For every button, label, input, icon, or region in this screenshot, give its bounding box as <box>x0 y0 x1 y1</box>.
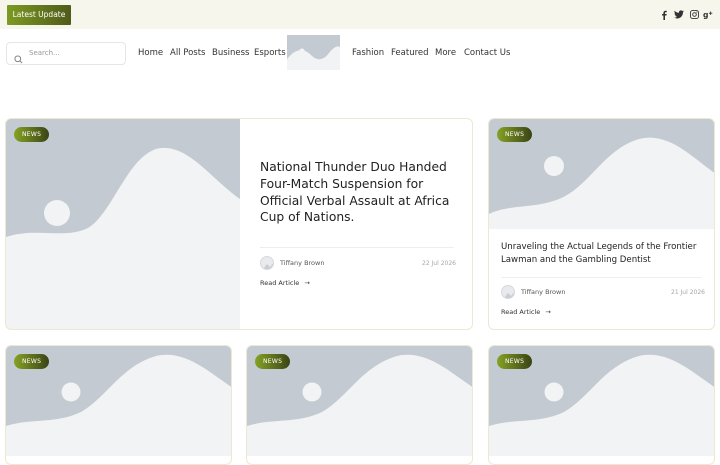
category-badge[interactable]: NEWS <box>255 354 291 369</box>
nav-item-home[interactable]: Home <box>138 46 163 60</box>
article-title[interactable]: Unraveling the Actual Legends of the Fro… <box>501 241 707 267</box>
latest-update-button[interactable]: Latest Update <box>7 5 71 25</box>
google-plus-icon[interactable]: g <box>702 8 715 21</box>
search-box[interactable]: Search... <box>6 42 126 65</box>
featured-article-card[interactable]: NEWS National Thunder Duo Handed Four-Ma… <box>5 118 473 330</box>
read-article-link[interactable]: Read Article → <box>501 308 551 316</box>
search-icon <box>14 49 23 68</box>
instagram-icon[interactable] <box>688 8 700 21</box>
category-badge[interactable]: NEWS <box>497 354 533 369</box>
category-badge[interactable]: NEWS <box>497 127 533 142</box>
article-card[interactable]: NEWS <box>5 345 232 465</box>
publish-date: 22 Jul 2026 <box>422 260 456 267</box>
category-badge[interactable]: NEWS <box>14 354 50 369</box>
arrow-right-icon: → <box>304 279 310 287</box>
nav-item-all-posts[interactable]: All Posts <box>170 46 205 60</box>
read-article-label: Read Article <box>260 279 300 287</box>
featured-article-title[interactable]: National Thunder Duo Handed Four-Match S… <box>260 159 460 226</box>
nav-item-more[interactable]: More <box>435 46 456 60</box>
site-logo[interactable] <box>287 35 340 70</box>
nav-item-contact-us[interactable]: Contact Us <box>464 46 510 60</box>
nav-item-esports[interactable]: Esports <box>254 46 286 60</box>
divider <box>501 277 701 278</box>
article-card[interactable]: NEWS Unraveling the Actual Legends of th… <box>488 118 715 330</box>
twitter-icon[interactable] <box>673 8 685 21</box>
author-avatar <box>260 256 274 270</box>
article-card[interactable]: NEWS <box>488 345 715 465</box>
author-avatar <box>501 285 515 299</box>
divider <box>260 247 454 248</box>
search-input[interactable]: Search... <box>29 43 60 64</box>
article-card[interactable]: NEWS <box>246 345 473 465</box>
nav-item-featured[interactable]: Featured <box>391 46 429 60</box>
read-article-link[interactable]: Read Article → <box>260 279 310 287</box>
facebook-icon[interactable] <box>659 8 669 21</box>
author-name[interactable]: Tiffany Brown <box>521 288 565 296</box>
category-badge[interactable]: NEWS <box>14 127 50 142</box>
nav-item-business[interactable]: Business <box>212 46 249 60</box>
top-bar: Latest Update g <box>0 0 720 29</box>
main-header: Search... Home All Posts Business Esport… <box>0 29 720 79</box>
read-article-label: Read Article <box>501 308 541 316</box>
publish-date: 21 Jul 2026 <box>671 289 705 296</box>
svg-text:g: g <box>703 10 708 19</box>
author-name[interactable]: Tiffany Brown <box>280 259 324 267</box>
featured-article-image[interactable] <box>6 119 240 329</box>
nav-item-fashion[interactable]: Fashion <box>352 46 384 60</box>
arrow-right-icon: → <box>545 308 551 316</box>
